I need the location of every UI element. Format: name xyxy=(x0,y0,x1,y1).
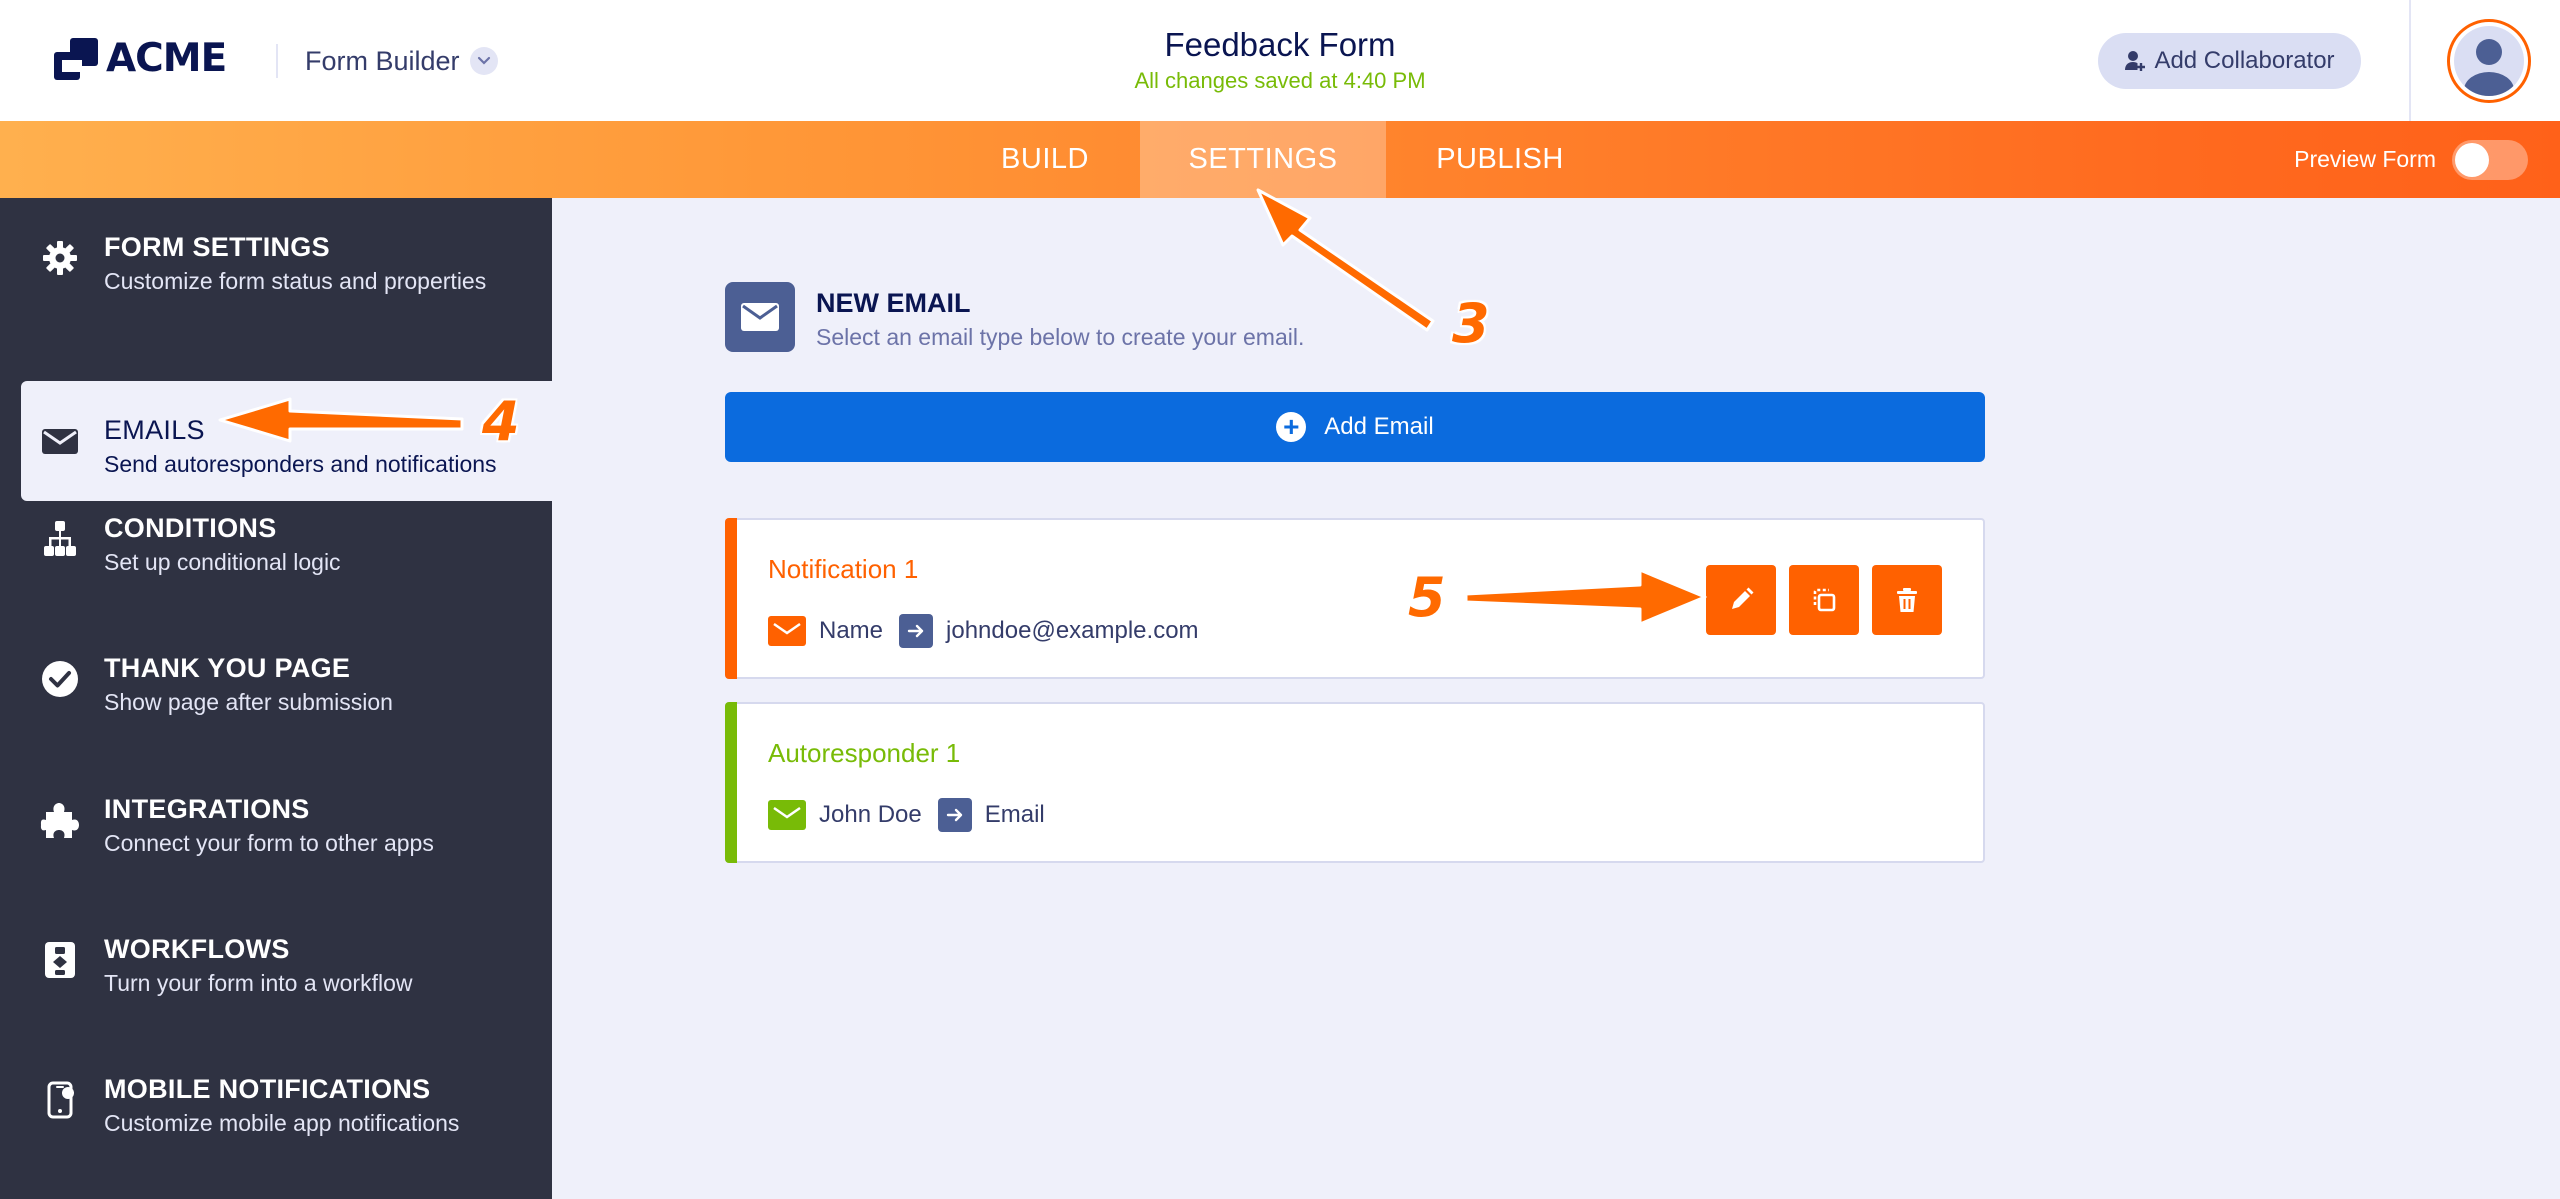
email-card-route: Name johndoe@example.com xyxy=(768,614,1215,648)
annotation-step-5: 5 xyxy=(1408,566,1446,629)
tab-settings[interactable]: SETTINGS xyxy=(1140,121,1386,198)
settings-sidebar: FORM SETTINGS Customize form status and … xyxy=(0,198,552,1199)
email-card-title: Autoresponder 1 xyxy=(768,738,961,768)
email-from: John Doe xyxy=(819,801,922,828)
user-icon xyxy=(2454,26,2524,96)
new-email-title: NEW EMAIL xyxy=(816,288,971,318)
trash-icon xyxy=(1897,588,1917,612)
tab-publish[interactable]: PUBLISH xyxy=(1410,121,1590,198)
sidebar-item-integrations[interactable]: INTEGRATIONS Connect your form to other … xyxy=(0,760,552,880)
envelope-icon xyxy=(768,616,806,646)
annotation-step-3: 3 xyxy=(1452,292,1490,355)
sidebar-item-mobile-notifications[interactable]: MOBILE NOTIFICATIONS Customize mobile ap… xyxy=(0,1040,552,1160)
acme-logo[interactable]: ACME xyxy=(54,36,227,81)
copy-icon xyxy=(1813,588,1836,612)
form-title[interactable]: Feedback Form xyxy=(1000,26,1560,64)
sidebar-item-conditions[interactable]: CONDITIONS Set up conditional logic xyxy=(0,479,552,599)
preview-form-toggle[interactable] xyxy=(2452,139,2528,180)
new-email-subtitle: Select an email type below to create you… xyxy=(816,324,1305,350)
add-collaborator-button[interactable]: Add Collaborator xyxy=(2098,33,2361,89)
sidebar-item-title: CONDITIONS xyxy=(104,513,277,543)
envelope-icon xyxy=(768,800,806,830)
sidebar-item-title: MOBILE NOTIFICATIONS xyxy=(104,1074,431,1104)
sidebar-item-thank-you-page[interactable]: THANK YOU PAGE Show page after submissio… xyxy=(0,619,552,739)
preview-form-label: Preview Form xyxy=(2294,146,2436,172)
sidebar-item-workflows[interactable]: WORKFLOWS Turn your form into a workflow xyxy=(0,900,552,1020)
sidebar-item-title: FORM SETTINGS xyxy=(104,232,330,262)
form-builder-label: Form Builder xyxy=(305,45,460,76)
add-email-label: Add Email xyxy=(1324,413,1434,440)
sidebar-item-subtitle: Turn your form into a workflow xyxy=(104,970,413,996)
tab-settings-label: SETTINGS xyxy=(1188,143,1338,175)
tab-build[interactable]: BUILD xyxy=(975,121,1115,198)
sidebar-item-subtitle: Customize mobile app notifications xyxy=(104,1110,460,1136)
preview-form-control: Preview Form xyxy=(2294,121,2528,198)
toggle-knob xyxy=(2455,142,2489,177)
card-stripe xyxy=(725,518,737,679)
annotation-arrow-3 xyxy=(1256,188,1435,332)
email-card-title: Notification 1 xyxy=(768,554,919,584)
envelope-icon xyxy=(42,429,78,454)
form-title-block: Feedback Form All changes saved at 4:40 … xyxy=(1000,26,1560,94)
card-stripe xyxy=(725,702,737,863)
chevron-down-icon xyxy=(469,47,498,75)
tab-build-label: BUILD xyxy=(1001,143,1089,175)
pencil-icon xyxy=(1732,587,1754,609)
add-user-icon xyxy=(2125,51,2146,71)
plus-circle-icon: + xyxy=(1276,412,1307,442)
app-header: ACME Form Builder Feedback Form All chan… xyxy=(0,0,2560,121)
email-card-route: John Doe Email xyxy=(768,798,1061,832)
logo-mark-icon xyxy=(54,37,100,80)
clone-email-button[interactable] xyxy=(1789,565,1859,635)
sidebar-item-subtitle: Set up conditional logic xyxy=(104,549,341,575)
envelope-icon xyxy=(725,282,795,352)
email-from: Name xyxy=(819,617,884,644)
sidebar-item-title: INTEGRATIONS xyxy=(104,794,310,824)
sidebar-item-subtitle: Send autoresponders and notifications xyxy=(104,451,497,477)
hierarchy-icon xyxy=(44,521,76,556)
tab-publish-label: PUBLISH xyxy=(1436,143,1564,175)
header-divider-right xyxy=(2409,0,2411,121)
header-divider xyxy=(276,44,278,78)
sidebar-item-subtitle: Customize form status and properties xyxy=(104,268,487,294)
sidebar-item-title: THANK YOU PAGE xyxy=(104,653,351,683)
edit-email-button[interactable] xyxy=(1706,565,1776,635)
sidebar-item-title: EMAILS xyxy=(104,415,205,445)
form-builder-dropdown[interactable]: Form Builder xyxy=(305,44,498,78)
delete-email-button[interactable] xyxy=(1872,565,1942,635)
sidebar-item-title: WORKFLOWS xyxy=(104,934,290,964)
gear-icon xyxy=(43,241,77,275)
save-status: All changes saved at 4:40 PM xyxy=(1134,68,1426,93)
sidebar-item-subtitle: Connect your form to other apps xyxy=(104,830,434,856)
puzzle-icon xyxy=(40,803,79,838)
arrow-right-icon xyxy=(899,614,934,648)
arrow-right-icon xyxy=(937,798,972,832)
email-card-autoresponder[interactable]: Autoresponder 1 John Doe Email xyxy=(725,702,1985,863)
logo-text: ACME xyxy=(106,36,227,81)
workflow-icon xyxy=(45,942,75,978)
avatar[interactable] xyxy=(2447,19,2531,103)
add-collaborator-label: Add Collaborator xyxy=(2154,47,2335,74)
sidebar-item-form-settings[interactable]: FORM SETTINGS Customize form status and … xyxy=(0,198,552,318)
nav-bar: BUILD SETTINGS PUBLISH Preview Form xyxy=(0,121,2560,198)
email-card-notification[interactable]: Notification 1 Name johndoe@example.com xyxy=(725,518,1985,679)
sidebar-item-subtitle: Show page after submission xyxy=(104,689,393,715)
email-to: Email xyxy=(984,801,1045,828)
check-circle-icon xyxy=(42,661,78,697)
annotation-step-4: 4 xyxy=(482,390,520,453)
add-email-button[interactable]: + Add Email xyxy=(725,392,1985,462)
email-card-actions xyxy=(1693,565,1942,635)
mobile-icon xyxy=(47,1081,74,1119)
email-to: johndoe@example.com xyxy=(946,617,1199,644)
